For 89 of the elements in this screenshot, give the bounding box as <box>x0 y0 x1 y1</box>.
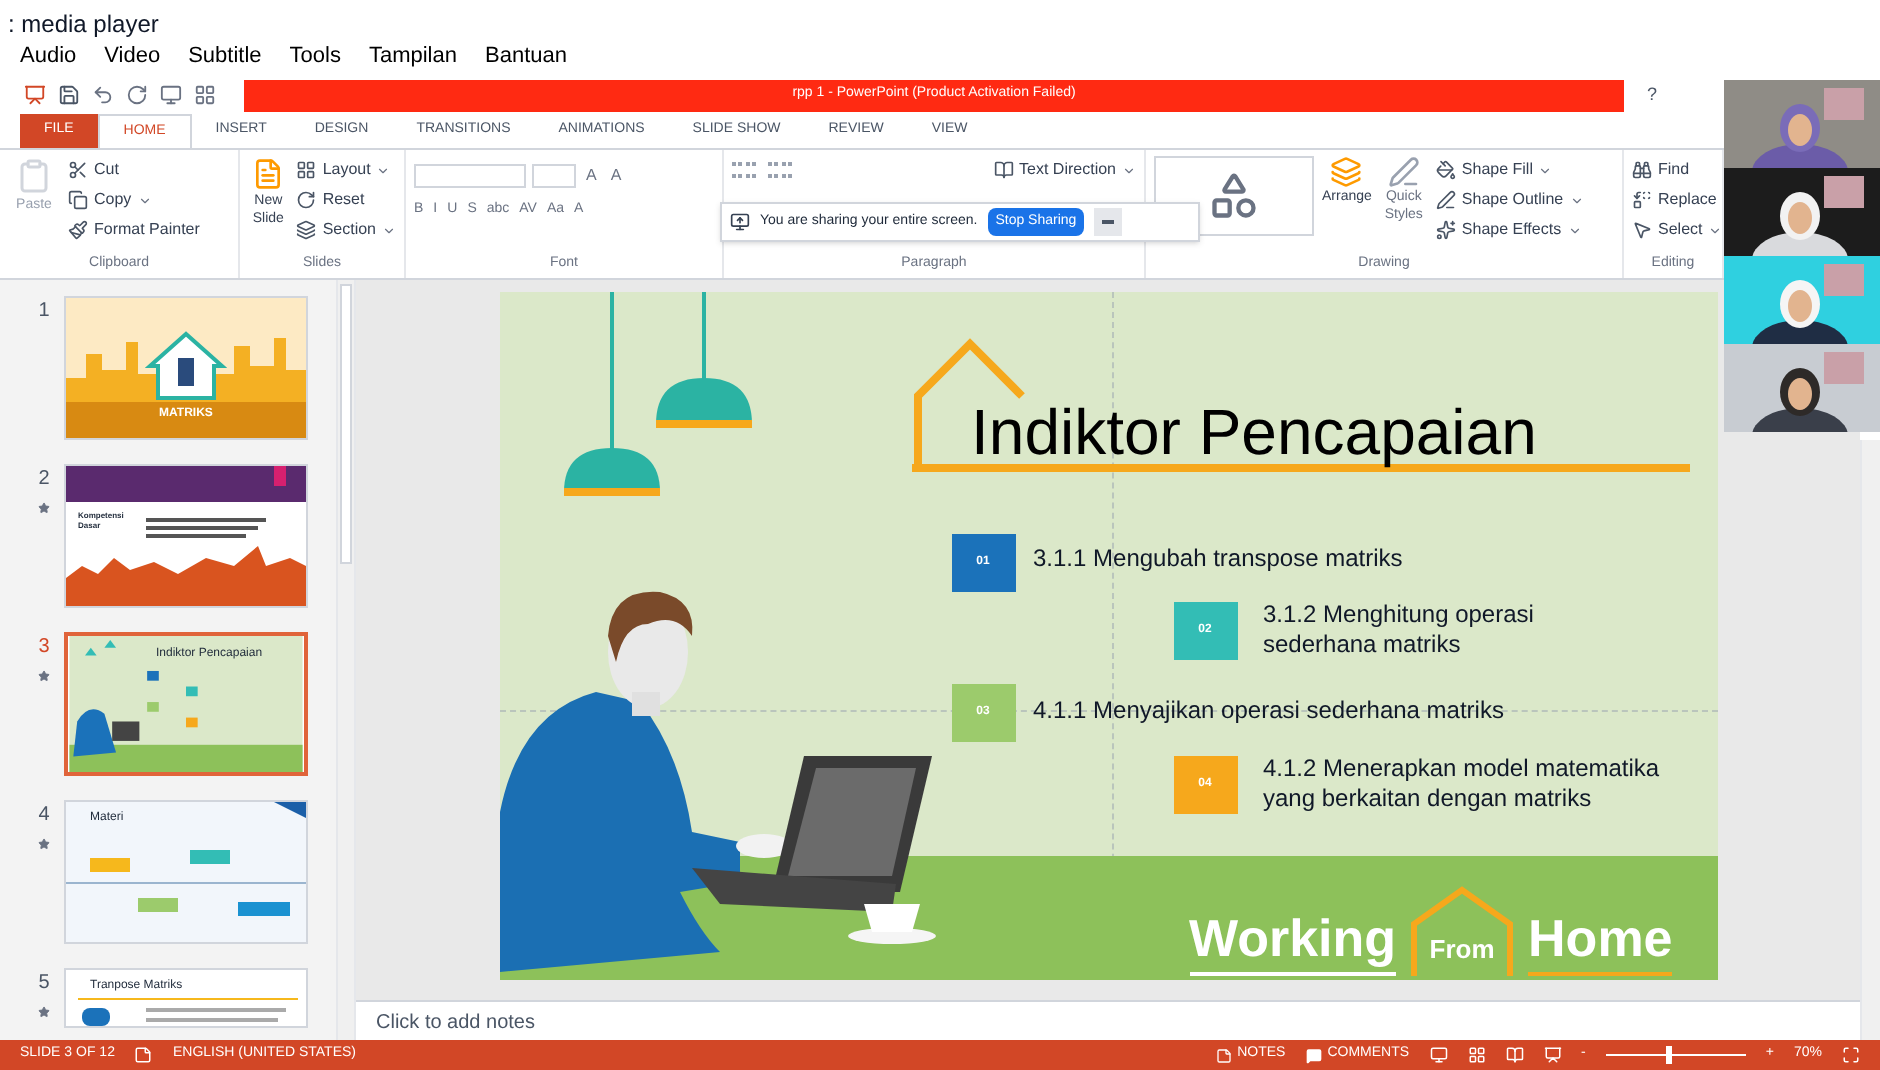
slide-number: 1 <box>38 298 50 326</box>
fit-icon[interactable] <box>1842 1046 1860 1064</box>
bullets-icon <box>732 162 756 178</box>
bucket-icon <box>1435 160 1456 180</box>
animation-star-icon <box>38 1006 50 1018</box>
select-button[interactable]: Select <box>1632 216 1723 244</box>
replace-button[interactable]: Replace <box>1632 186 1723 214</box>
slideshow-icon[interactable] <box>160 84 182 106</box>
app-title: : media player <box>6 8 161 40</box>
indicator-text: 4.1.2 Menerapkan model matematika yang berkaitan dengan matriks <box>1263 754 1662 814</box>
caret-icon <box>1567 223 1582 237</box>
shapes-gallery[interactable] <box>1154 156 1314 236</box>
animation-star-icon <box>38 502 50 514</box>
slide-number: 3 <box>38 634 50 662</box>
menu-item[interactable]: Tools <box>289 40 341 76</box>
notes-icon <box>1215 1047 1232 1063</box>
footer-text: Home <box>1528 904 1673 976</box>
font-name-field[interactable] <box>414 164 526 188</box>
redo-icon[interactable] <box>126 84 148 106</box>
cup-drawing <box>847 904 935 944</box>
shape-fill-button[interactable]: Shape Fill <box>1435 156 1584 184</box>
slide-number: 4 <box>38 802 50 830</box>
menu-item[interactable]: Bantuan <box>485 40 567 76</box>
format-painter-button[interactable]: Format Painter <box>68 216 200 244</box>
help-button[interactable]: ? <box>1636 81 1668 109</box>
caret-icon <box>1708 223 1723 237</box>
menu-item[interactable]: Subtitle <box>188 40 262 76</box>
reset-button[interactable]: Reset <box>296 186 396 214</box>
font-size-button[interactable]: A <box>582 164 601 188</box>
styles-icon <box>1387 156 1420 188</box>
animation-star-icon <box>38 670 50 682</box>
menu-item[interactable]: Video <box>104 40 161 76</box>
footer-text: From <box>1429 931 1495 967</box>
caret-icon <box>382 223 396 237</box>
menu-item[interactable]: Audio <box>20 40 77 76</box>
indicator-text: 3.1.1 Mengubah transpose matriks <box>1033 544 1405 574</box>
save-icon[interactable] <box>58 84 80 106</box>
zoom-slider[interactable] <box>1605 1046 1746 1064</box>
pointer-icon <box>1632 220 1652 240</box>
shape-outline-button[interactable]: Shape Outline <box>1435 186 1584 214</box>
section-button[interactable]: Section <box>296 216 396 244</box>
reading-view-icon[interactable] <box>1505 1046 1524 1064</box>
arrange-icon <box>1330 156 1363 188</box>
copy-button[interactable]: Copy <box>68 186 200 214</box>
slideshow-icon[interactable] <box>1543 1046 1562 1064</box>
caret-icon <box>1538 163 1553 177</box>
minimize-button[interactable] <box>1094 208 1123 236</box>
caret-icon <box>1122 163 1136 177</box>
shape-effects-button[interactable]: Shape Effects <box>1435 216 1584 244</box>
clipboard-icon <box>16 156 52 196</box>
slide-title: Indiktor Pencapaian <box>971 394 1537 472</box>
layout-button[interactable]: Layout <box>296 156 396 184</box>
normal-view-icon[interactable] <box>1429 1046 1448 1064</box>
reset-icon <box>296 190 317 210</box>
caret-icon <box>1569 193 1584 207</box>
indicator-text: 3.1.2 Menghitung operasi sederhana matriks <box>1263 600 1536 660</box>
slide-icon <box>252 156 285 192</box>
sorter-view-icon[interactable] <box>1467 1046 1486 1064</box>
layout-icon[interactable] <box>194 84 216 106</box>
animation-star-icon <box>38 838 50 850</box>
numbering-icon <box>768 162 792 178</box>
minus-icon <box>1102 220 1115 224</box>
notes-placeholder[interactable]: Click to add notes <box>356 1000 1860 1040</box>
find-button[interactable]: Find <box>1632 156 1723 184</box>
caret-icon <box>137 193 152 207</box>
replace-icon <box>1632 190 1652 210</box>
comment-icon <box>1305 1047 1322 1063</box>
house-outline-icon <box>1408 884 1517 976</box>
layout-icon <box>296 160 317 180</box>
pen-icon <box>1435 190 1456 210</box>
undo-icon[interactable] <box>92 84 114 106</box>
section-icon <box>296 220 317 240</box>
cut-button[interactable]: Cut <box>68 156 200 184</box>
font-size-field[interactable] <box>532 164 576 188</box>
caret-icon <box>376 163 391 177</box>
footer-text: Working <box>1189 904 1397 976</box>
slide-number: 2 <box>38 466 50 494</box>
menu-item[interactable]: Tampilan <box>368 40 457 76</box>
font-size-button[interactable]: A <box>606 164 626 188</box>
share-icon <box>730 212 750 232</box>
shapes-icon <box>1208 170 1260 222</box>
brush-icon <box>68 220 88 240</box>
text-direction-button[interactable]: Text Direction <box>993 156 1136 184</box>
copy-icon <box>68 190 88 210</box>
indicator-text: 4.1.1 Menyajikan operasi sederhana matriks <box>1033 696 1506 726</box>
slide-number: 5 <box>38 970 50 998</box>
sparkle-icon <box>1435 220 1456 240</box>
scissors-icon <box>68 160 88 180</box>
binoculars-icon <box>1632 160 1652 180</box>
